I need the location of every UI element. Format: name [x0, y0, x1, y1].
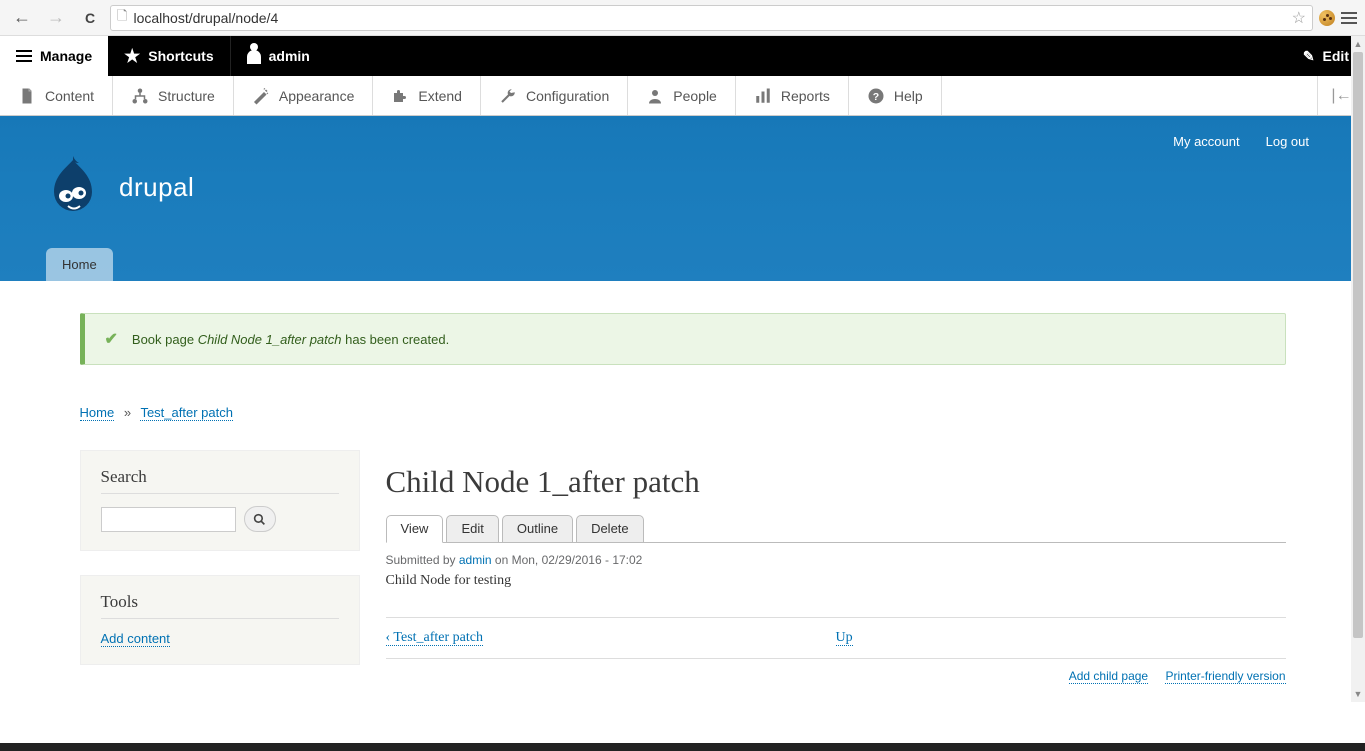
nav-appearance-label: Appearance: [279, 88, 355, 104]
edit-label: Edit: [1323, 48, 1349, 64]
check-icon: ✔: [105, 329, 118, 349]
nav-help[interactable]: ? Help: [849, 76, 942, 115]
nav-structure[interactable]: Structure: [113, 76, 234, 115]
status-message: ✔ Book page Child Node 1_after patch has…: [80, 313, 1286, 365]
breadcrumb-separator: »: [124, 405, 131, 420]
nav-extend-label: Extend: [418, 88, 462, 104]
url-bar[interactable]: 🗋 ☆: [110, 5, 1313, 31]
scrollbar[interactable]: ▲ ▼: [1351, 36, 1365, 702]
admin-user-label: admin: [269, 48, 310, 64]
page-icon: 🗋: [117, 7, 127, 29]
nav-extend[interactable]: Extend: [373, 76, 481, 115]
scroll-up-icon[interactable]: ▲: [1351, 36, 1365, 52]
status-text: Book page Child Node 1_after patch has b…: [132, 332, 449, 347]
file-icon: [18, 87, 36, 105]
star-icon: ★: [124, 46, 140, 67]
shortcuts-link[interactable]: ★ Shortcuts: [108, 36, 229, 76]
site-header: My account Log out drupal Home: [0, 116, 1365, 281]
user-menu: My account Log out: [1173, 134, 1309, 149]
site-name[interactable]: drupal: [119, 172, 194, 203]
my-account-link[interactable]: My account: [1173, 134, 1239, 149]
main-content: Child Node 1_after patch View Edit Outli…: [386, 450, 1286, 713]
logout-link[interactable]: Log out: [1266, 134, 1309, 149]
submitted-info: Submitted by admin on Mon, 02/29/2016 - …: [386, 553, 1286, 567]
scroll-down-icon[interactable]: ▼: [1351, 686, 1365, 702]
nav-configuration[interactable]: Configuration: [481, 76, 628, 115]
manage-toggle[interactable]: Manage: [0, 36, 108, 76]
breadcrumb-home[interactable]: Home: [80, 405, 115, 421]
nav-people[interactable]: People: [628, 76, 736, 115]
puzzle-icon: [391, 87, 409, 105]
nav-reports[interactable]: Reports: [736, 76, 849, 115]
wrench-icon: [499, 87, 517, 105]
search-heading: Search: [101, 467, 339, 494]
book-nav-prev[interactable]: ‹ Test_after patch: [386, 630, 484, 646]
node-body: Child Node for testing: [386, 573, 1286, 589]
forward-button[interactable]: →: [42, 4, 70, 32]
breadcrumb-test[interactable]: Test_after patch: [140, 405, 233, 421]
scrollbar-thumb[interactable]: [1353, 52, 1363, 638]
tab-outline[interactable]: Outline: [502, 515, 573, 543]
question-icon: ?: [867, 87, 885, 105]
person-icon: [646, 87, 664, 105]
sidebar: Search Tools Add content: [80, 450, 360, 665]
printer-friendly-link[interactable]: Printer-friendly version: [1165, 669, 1285, 684]
wand-icon: [252, 87, 270, 105]
page-footer: [0, 743, 1365, 751]
nav-help-label: Help: [894, 88, 923, 104]
book-navigation: ‹ Test_after patch Up: [386, 617, 1286, 659]
nav-content[interactable]: Content: [0, 76, 113, 115]
browser-menu-icon[interactable]: [1341, 12, 1357, 24]
add-child-page-link[interactable]: Add child page: [1069, 669, 1148, 684]
admin-user-link[interactable]: admin: [230, 36, 326, 76]
page-title: Child Node 1_after patch: [386, 464, 1286, 500]
hamburger-icon: [16, 50, 32, 62]
pencil-icon: ✎: [1303, 48, 1315, 65]
breadcrumb: Home » Test_after patch: [80, 405, 1286, 420]
local-tabs: View Edit Outline Delete: [386, 514, 1286, 543]
tools-heading: Tools: [101, 592, 339, 619]
author-link[interactable]: admin: [459, 553, 492, 567]
search-icon: [253, 513, 266, 526]
nav-structure-label: Structure: [158, 88, 215, 104]
tab-delete[interactable]: Delete: [576, 515, 644, 543]
tab-view[interactable]: View: [386, 515, 444, 543]
tab-home[interactable]: Home: [46, 248, 113, 281]
user-icon: [247, 50, 261, 64]
tools-block: Tools Add content: [80, 575, 360, 665]
tab-edit[interactable]: Edit: [446, 515, 498, 543]
bookmark-star-icon[interactable]: ☆: [1292, 8, 1306, 28]
url-input[interactable]: [133, 10, 1285, 26]
svg-text:?: ?: [873, 90, 879, 102]
book-nav-up[interactable]: Up: [836, 630, 853, 646]
admin-toolbar: Manage ★ Shortcuts admin ✎ Edit: [0, 36, 1365, 76]
browser-chrome: ← → C 🗋 ☆: [0, 0, 1365, 36]
nav-appearance[interactable]: Appearance: [234, 76, 374, 115]
manage-label: Manage: [40, 48, 92, 64]
search-button[interactable]: [244, 506, 276, 532]
nav-content-label: Content: [45, 88, 94, 104]
extension-icon[interactable]: [1319, 10, 1335, 26]
nav-people-label: People: [673, 88, 717, 104]
nav-configuration-label: Configuration: [526, 88, 609, 104]
node-links: Add child page Printer-friendly version: [386, 659, 1286, 713]
hierarchy-icon: [131, 87, 149, 105]
admin-subtoolbar: Content Structure Appearance Extend Conf…: [0, 76, 1365, 116]
drupal-logo[interactable]: [46, 156, 101, 218]
back-button[interactable]: ←: [8, 4, 36, 32]
search-input[interactable]: [101, 507, 236, 532]
search-block: Search: [80, 450, 360, 551]
nav-reports-label: Reports: [781, 88, 830, 104]
reload-button[interactable]: C: [76, 4, 104, 32]
shortcuts-label: Shortcuts: [148, 48, 213, 64]
add-content-link[interactable]: Add content: [101, 631, 170, 647]
bars-icon: [754, 87, 772, 105]
